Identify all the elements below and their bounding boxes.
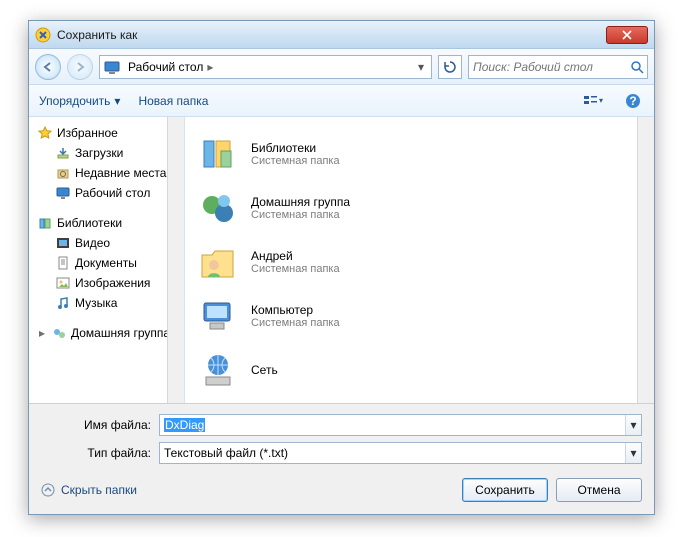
chevron-down-icon[interactable]: ▾ bbox=[625, 443, 641, 463]
new-folder-button[interactable]: Новая папка bbox=[138, 94, 208, 108]
tree-item-recent[interactable]: Недавние места bbox=[37, 163, 182, 183]
chevron-down-icon: ▾ bbox=[599, 96, 603, 105]
desktop-icon bbox=[104, 60, 120, 74]
breadcrumb-label: Рабочий стол bbox=[128, 60, 203, 74]
video-icon bbox=[55, 235, 71, 251]
tree-item-images[interactable]: Изображения bbox=[37, 273, 182, 293]
filename-combobox[interactable]: DxDiag ▾ bbox=[159, 414, 642, 436]
tree-homegroup[interactable]: ▸ Домашняя группа bbox=[37, 323, 182, 343]
forward-button[interactable] bbox=[67, 54, 93, 80]
hide-folders-toggle[interactable]: Скрыть папки bbox=[41, 483, 137, 497]
document-icon bbox=[55, 255, 71, 271]
list-item[interactable]: АндрейСистемная папка bbox=[193, 235, 646, 289]
libraries-icon bbox=[37, 215, 53, 231]
view-options-button[interactable]: ▾ bbox=[582, 90, 604, 112]
list-item[interactable]: КомпьютерСистемная папка bbox=[193, 289, 646, 343]
libraries-icon bbox=[197, 133, 239, 175]
chevron-up-icon bbox=[41, 483, 55, 497]
filetype-value: Текстовый файл (*.txt) bbox=[160, 446, 625, 460]
homegroup-icon bbox=[51, 325, 67, 341]
search-input[interactable] bbox=[473, 60, 630, 74]
filetype-label: Тип файла: bbox=[41, 446, 151, 460]
save-button[interactable]: Сохранить bbox=[462, 478, 548, 502]
tree-item-desktop[interactable]: Рабочий стол bbox=[37, 183, 182, 203]
titlebar: Сохранить как bbox=[29, 21, 654, 49]
search-icon[interactable] bbox=[630, 60, 644, 74]
breadcrumb-segment[interactable]: Рабочий стол ▸ bbox=[124, 60, 217, 74]
window-title: Сохранить как bbox=[57, 28, 606, 42]
bottom-panel: Имя файла: DxDiag ▾ Тип файла: Текстовый… bbox=[29, 404, 654, 514]
back-button[interactable] bbox=[35, 54, 61, 80]
search-box[interactable] bbox=[468, 55, 648, 79]
tree-item-music[interactable]: Музыка bbox=[37, 293, 182, 313]
save-as-dialog: Сохранить как Рабочий стол ▸ ▾ bbox=[28, 20, 655, 515]
computer-icon bbox=[197, 295, 239, 337]
list-item[interactable]: Сеть bbox=[193, 343, 646, 397]
filename-input[interactable]: DxDiag bbox=[164, 418, 205, 432]
close-button[interactable] bbox=[606, 26, 648, 44]
list-item[interactable]: Домашняя группаСистемная папка bbox=[193, 181, 646, 235]
filename-label: Имя файла: bbox=[41, 418, 151, 432]
list-item[interactable]: БиблиотекиСистемная папка bbox=[193, 127, 646, 181]
recent-icon bbox=[55, 165, 71, 181]
list-scrollbar[interactable] bbox=[637, 117, 654, 403]
help-button[interactable]: ? bbox=[622, 90, 644, 112]
chevron-right-icon: ▸ bbox=[207, 60, 213, 74]
nav-tree: Избранное Загрузки Недавние места Рабочи… bbox=[29, 117, 185, 403]
network-icon bbox=[197, 349, 239, 391]
svg-text:?: ? bbox=[629, 94, 636, 108]
homegroup-icon bbox=[197, 187, 239, 229]
star-icon bbox=[37, 125, 53, 141]
download-icon bbox=[55, 145, 71, 161]
toolbar: Упорядочить ▾ Новая папка ▾ ? bbox=[29, 85, 654, 117]
tree-favorites[interactable]: Избранное bbox=[37, 123, 182, 143]
address-bar[interactable]: Рабочий стол ▸ ▾ bbox=[99, 55, 432, 79]
tree-item-documents[interactable]: Документы bbox=[37, 253, 182, 273]
filetype-combobox[interactable]: Текстовый файл (*.txt) ▾ bbox=[159, 442, 642, 464]
tree-scrollbar[interactable] bbox=[167, 117, 184, 403]
refresh-button[interactable] bbox=[438, 55, 462, 79]
nav-bar: Рабочий стол ▸ ▾ bbox=[29, 49, 654, 85]
cancel-button[interactable]: Отмена bbox=[556, 478, 642, 502]
organize-menu[interactable]: Упорядочить ▾ bbox=[39, 94, 120, 108]
image-icon bbox=[55, 275, 71, 291]
body: Избранное Загрузки Недавние места Рабочи… bbox=[29, 117, 654, 404]
music-icon bbox=[55, 295, 71, 311]
app-icon bbox=[35, 27, 51, 43]
user-folder-icon bbox=[197, 241, 239, 283]
file-list: БиблиотекиСистемная папка Домашняя групп… bbox=[185, 117, 654, 403]
chevron-down-icon: ▾ bbox=[114, 94, 120, 108]
tree-item-video[interactable]: Видео bbox=[37, 233, 182, 253]
chevron-right-icon[interactable]: ▸ bbox=[37, 326, 47, 340]
address-dropdown[interactable]: ▾ bbox=[415, 60, 427, 74]
tree-libraries[interactable]: Библиотеки bbox=[37, 213, 182, 233]
chevron-down-icon[interactable]: ▾ bbox=[625, 415, 641, 435]
tree-item-downloads[interactable]: Загрузки bbox=[37, 143, 182, 163]
desktop-icon bbox=[55, 185, 71, 201]
